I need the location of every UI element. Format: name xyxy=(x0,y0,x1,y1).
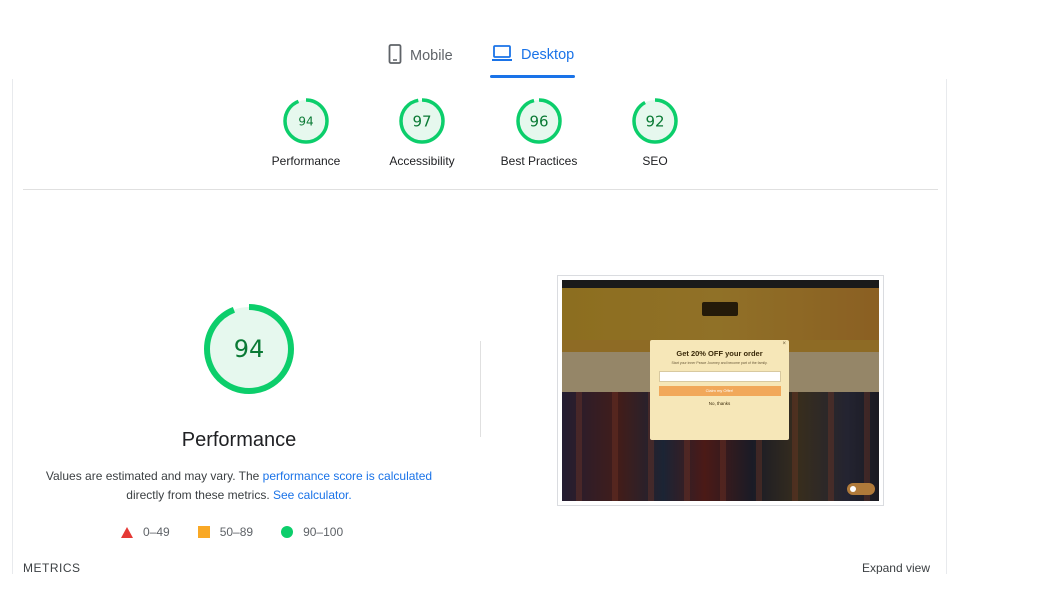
desc-text: Values are estimated and may vary. The xyxy=(45,469,263,483)
gauge-performance: 94 xyxy=(283,98,329,144)
circle-icon xyxy=(281,526,294,538)
performance-gauge-large: 94 xyxy=(204,304,294,394)
active-tab-indicator xyxy=(490,75,575,78)
screenshot-popup: × Get 20% OFF your order Start your inne… xyxy=(650,340,789,440)
category-best-practices[interactable]: 96 Best Practices xyxy=(479,97,599,168)
phone-icon xyxy=(388,44,402,68)
category-label: SEO xyxy=(642,154,668,168)
chat-icon xyxy=(850,486,856,492)
page-screenshot[interactable]: × Get 20% OFF your order Start your inne… xyxy=(557,275,884,506)
category-performance[interactable]: 94 Performance xyxy=(246,97,366,168)
category-label: Accessibility xyxy=(389,154,455,168)
gauge-best-practices: 96 xyxy=(516,98,562,144)
gauge-score: 97 xyxy=(412,113,431,131)
legend-range: 0–49 xyxy=(143,525,170,539)
laptop-icon xyxy=(491,44,513,66)
popup-email-field xyxy=(658,371,781,382)
legend-item-average: 50–89 xyxy=(197,525,254,539)
performance-score-link[interactable]: performance score is calculated xyxy=(263,469,432,483)
category-label: Performance xyxy=(271,154,341,168)
tab-mobile[interactable]: Mobile xyxy=(388,44,453,68)
gauge-score: 94 xyxy=(298,115,313,129)
legend-item-fail: 0–49 xyxy=(121,525,170,539)
category-seo[interactable]: 92 SEO xyxy=(595,97,715,168)
report-card: 94 Performance 97 Accessibility 96 Best … xyxy=(12,79,947,574)
screenshot-content: × Get 20% OFF your order Start your inne… xyxy=(562,280,879,501)
gauge-score: 96 xyxy=(529,113,548,131)
close-icon: × xyxy=(782,341,786,347)
section-divider xyxy=(23,189,938,190)
desc-text-2: directly from these metrics. xyxy=(126,488,273,502)
performance-description: Values are estimated and may vary. The p… xyxy=(38,467,440,505)
legend-range: 50–89 xyxy=(219,525,254,539)
popup-claim-button: Claim my Offer! xyxy=(658,386,781,396)
metrics-header: METRICS Expand view xyxy=(23,561,930,574)
metrics-label: METRICS xyxy=(23,561,81,574)
legend-item-pass: 90–100 xyxy=(281,525,343,539)
expand-view-toggle[interactable]: Expand view xyxy=(862,561,930,574)
popup-decline: No, thanks xyxy=(708,401,731,406)
gauge-seo: 92 xyxy=(632,98,678,144)
square-icon xyxy=(197,526,210,538)
category-label: Best Practices xyxy=(500,154,578,168)
popup-title: Get 20% OFF your order xyxy=(676,349,763,358)
vertical-divider xyxy=(480,341,481,437)
device-tabs: Mobile Desktop xyxy=(0,40,1050,80)
screenshot-chat-button xyxy=(847,483,875,495)
tab-mobile-label: Mobile xyxy=(410,48,453,64)
legend-range: 90–100 xyxy=(303,525,344,539)
see-calculator-link[interactable]: See calculator. xyxy=(273,488,352,502)
performance-score: 94 xyxy=(234,335,265,363)
gauge-score: 92 xyxy=(645,113,664,131)
tab-desktop[interactable]: Desktop xyxy=(491,44,574,66)
gauge-accessibility: 97 xyxy=(399,98,445,144)
performance-title: Performance xyxy=(181,429,297,451)
screenshot-topbar xyxy=(562,280,879,288)
tab-desktop-label: Desktop xyxy=(521,47,575,63)
category-accessibility[interactable]: 97 Accessibility xyxy=(362,97,482,168)
popup-subtitle: Start your inner Peace Journey and becom… xyxy=(671,361,768,365)
triangle-icon xyxy=(121,526,133,538)
score-legend: 0–49 50–89 90–100 xyxy=(121,525,343,539)
